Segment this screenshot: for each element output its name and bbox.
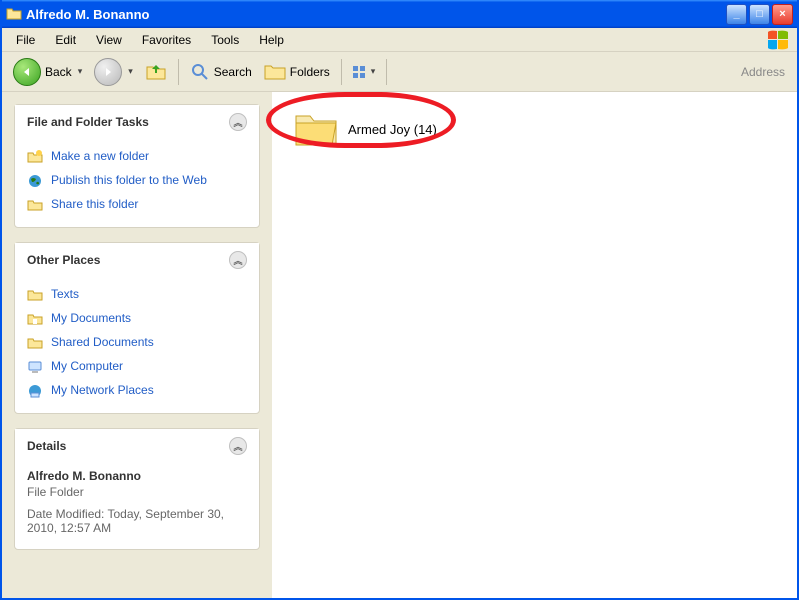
places-panel-header[interactable]: Other Places ︽ [15, 243, 259, 277]
titlebar[interactable]: Alfredo M. Bonanno _ □ × [2, 0, 797, 28]
tasks-panel-title: File and Folder Tasks [27, 115, 149, 129]
content-area: File and Folder Tasks ︽ Make a new folde… [2, 92, 797, 598]
menu-favorites[interactable]: Favorites [132, 31, 201, 49]
details-panel-title: Details [27, 439, 66, 453]
windows-logo-icon [767, 30, 789, 50]
views-icon [353, 66, 365, 78]
place-label: My Network Places [51, 383, 154, 399]
place-shared-documents[interactable]: Shared Documents [27, 331, 247, 355]
search-button[interactable]: Search [185, 59, 257, 85]
computer-icon [27, 359, 43, 375]
views-button[interactable]: ▾ [348, 63, 381, 81]
collapse-button[interactable]: ︽ [229, 113, 247, 131]
chevron-down-icon: ▾ [371, 66, 376, 77]
search-label: Search [214, 65, 252, 79]
task-label: Publish this folder to the Web [51, 173, 207, 189]
folder-icon [294, 110, 338, 148]
details-panel: Details ︽ Alfredo M. Bonanno File Folder… [14, 428, 260, 550]
folder-item-armed-joy[interactable]: Armed Joy (14) [286, 106, 445, 152]
menu-tools[interactable]: Tools [201, 31, 249, 49]
sidebar: File and Folder Tasks ︽ Make a new folde… [2, 92, 272, 598]
menubar: File Edit View Favorites Tools Help [2, 28, 797, 52]
folder-up-icon [145, 61, 167, 83]
place-label: Texts [51, 287, 79, 303]
folder-icon [27, 335, 43, 351]
search-icon [190, 62, 210, 82]
toolbar-separator [386, 59, 387, 85]
toolbar-separator [178, 59, 179, 85]
chevrons-up-icon: ︽ [233, 116, 242, 129]
place-label: My Computer [51, 359, 123, 375]
close-button[interactable]: × [772, 4, 793, 25]
place-my-computer[interactable]: My Computer [27, 355, 247, 379]
chevrons-up-icon: ︽ [233, 440, 242, 453]
window-controls: _ □ × [726, 4, 793, 25]
folder-label: Armed Joy (14) [348, 122, 437, 137]
forward-arrow-icon [94, 58, 122, 86]
folder-icon [27, 287, 43, 303]
folder-docs-icon [27, 311, 43, 327]
menu-file[interactable]: File [6, 31, 45, 49]
chevron-down-icon: ▾ [78, 66, 83, 77]
forward-button[interactable]: ▾ [89, 55, 138, 89]
network-icon [27, 383, 43, 399]
folders-label: Folders [290, 65, 330, 79]
back-arrow-icon [13, 58, 41, 86]
places-panel: Other Places ︽ Texts My Documents Shared… [14, 242, 260, 414]
place-label: Shared Documents [51, 335, 154, 351]
folder-icon [6, 6, 22, 22]
toolbar-separator [341, 59, 342, 85]
folder-new-icon [27, 149, 43, 165]
details-type: File Folder [27, 485, 247, 499]
task-publish-web[interactable]: Publish this folder to the Web [27, 169, 247, 193]
tasks-panel: File and Folder Tasks ︽ Make a new folde… [14, 104, 260, 228]
task-share-folder[interactable]: Share this folder [27, 193, 247, 217]
window-title: Alfredo M. Bonanno [26, 7, 726, 22]
toolbar: Back ▾ ▾ Search Folders ▾ Address [2, 52, 797, 92]
details-panel-header[interactable]: Details ︽ [15, 429, 259, 463]
minimize-button[interactable]: _ [726, 4, 747, 25]
details-modified: Date Modified: Today, September 30, 2010… [27, 507, 247, 535]
file-list[interactable]: Armed Joy (14) [272, 92, 797, 598]
tasks-panel-header[interactable]: File and Folder Tasks ︽ [15, 105, 259, 139]
menu-view[interactable]: View [86, 31, 132, 49]
collapse-button[interactable]: ︽ [229, 437, 247, 455]
place-my-network-places[interactable]: My Network Places [27, 379, 247, 403]
back-button[interactable]: Back ▾ [8, 55, 87, 89]
up-button[interactable] [140, 58, 172, 86]
task-label: Share this folder [51, 197, 138, 213]
folders-icon [264, 62, 286, 82]
menu-help[interactable]: Help [249, 31, 294, 49]
place-texts[interactable]: Texts [27, 283, 247, 307]
folders-button[interactable]: Folders [259, 59, 335, 85]
task-make-new-folder[interactable]: Make a new folder [27, 145, 247, 169]
places-panel-body: Texts My Documents Shared Documents My C… [15, 277, 259, 413]
places-panel-title: Other Places [27, 253, 100, 267]
maximize-button[interactable]: □ [749, 4, 770, 25]
place-label: My Documents [51, 311, 131, 327]
explorer-window: Alfredo M. Bonanno _ □ × File Edit View … [0, 0, 799, 600]
folder-share-icon [27, 197, 43, 213]
task-label: Make a new folder [51, 149, 149, 165]
place-my-documents[interactable]: My Documents [27, 307, 247, 331]
globe-icon [27, 173, 43, 189]
menu-edit[interactable]: Edit [45, 31, 86, 49]
details-name: Alfredo M. Bonanno [27, 469, 247, 483]
tasks-panel-body: Make a new folder Publish this folder to… [15, 139, 259, 227]
details-panel-body: Alfredo M. Bonanno File Folder Date Modi… [15, 463, 259, 549]
chevrons-up-icon: ︽ [233, 254, 242, 267]
address-label: Address [741, 65, 791, 79]
chevron-down-icon: ▾ [128, 66, 133, 77]
back-label: Back [45, 65, 72, 79]
collapse-button[interactable]: ︽ [229, 251, 247, 269]
